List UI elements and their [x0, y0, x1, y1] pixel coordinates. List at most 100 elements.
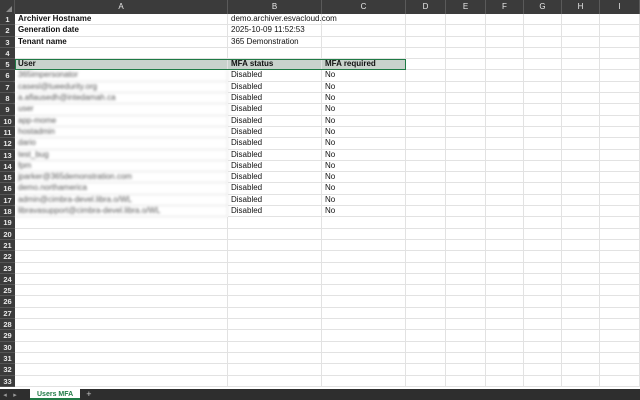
cell-g24[interactable] [524, 273, 562, 286]
cell-f32[interactable] [486, 364, 524, 376]
row-header[interactable]: 31 [0, 352, 15, 365]
cell-d25[interactable] [406, 285, 446, 297]
sheet-tab-users-mfa[interactable]: Users MFA [30, 389, 81, 400]
cell-b16[interactable]: Disabled [228, 183, 322, 195]
cell-h4[interactable] [562, 47, 600, 60]
cell-g4[interactable] [524, 47, 562, 60]
cell-c29[interactable] [322, 330, 406, 342]
row-header[interactable]: 19 [0, 217, 15, 229]
cell-a24[interactable] [15, 273, 228, 286]
cell-a20[interactable] [15, 228, 228, 240]
cell-c33[interactable] [322, 375, 406, 387]
cell-c18[interactable]: No [322, 206, 406, 218]
cell-f9[interactable] [486, 104, 524, 116]
cell-h12[interactable] [562, 138, 600, 150]
cell-e28[interactable] [446, 319, 486, 331]
cell-e25[interactable] [446, 285, 486, 297]
cell-a12[interactable]: dario [15, 138, 228, 150]
cell-f28[interactable] [486, 319, 524, 331]
cell-f12[interactable] [486, 138, 524, 150]
cell-c19[interactable] [322, 217, 406, 229]
cell-e12[interactable] [446, 138, 486, 150]
cell-c30[interactable] [322, 341, 406, 353]
cell-h26[interactable] [562, 296, 600, 308]
cell-c23[interactable] [322, 262, 406, 274]
cell-g2[interactable] [524, 25, 562, 37]
cell-e17[interactable] [446, 194, 486, 207]
cell-h25[interactable] [562, 285, 600, 297]
cell-b5[interactable]: MFA status [228, 59, 322, 71]
cell-f30[interactable] [486, 341, 524, 353]
cell-g26[interactable] [524, 296, 562, 308]
cell-d31[interactable] [406, 352, 446, 365]
cell-i20[interactable] [600, 228, 640, 240]
cell-d27[interactable] [406, 307, 446, 320]
cell-d16[interactable] [406, 183, 446, 195]
cell-f1[interactable] [486, 14, 524, 26]
cell-e2[interactable] [446, 25, 486, 37]
cell-h29[interactable] [562, 330, 600, 342]
cell-c2[interactable] [322, 25, 406, 37]
cell-g3[interactable] [524, 36, 562, 48]
column-header-g[interactable]: G [524, 0, 562, 14]
cell-b15[interactable]: Disabled [228, 172, 322, 184]
cell-g8[interactable] [524, 93, 562, 105]
cell-d15[interactable] [406, 172, 446, 184]
cell-c16[interactable]: No [322, 183, 406, 195]
cell-d22[interactable] [406, 251, 446, 263]
cell-b33[interactable] [228, 375, 322, 387]
cell-g25[interactable] [524, 285, 562, 297]
row-header[interactable]: 25 [0, 285, 15, 297]
cell-b10[interactable]: Disabled [228, 115, 322, 127]
row-header[interactable]: 7 [0, 81, 15, 94]
cell-i2[interactable] [600, 25, 640, 37]
cell-b22[interactable] [228, 251, 322, 263]
cell-b14[interactable]: Disabled [228, 160, 322, 173]
cell-a8[interactable]: a.aflausedh@intedamah.ca [15, 93, 228, 105]
select-all-corner[interactable] [0, 0, 15, 14]
cell-b11[interactable]: Disabled [228, 126, 322, 139]
cell-g17[interactable] [524, 194, 562, 207]
cell-g21[interactable] [524, 239, 562, 252]
cell-g11[interactable] [524, 126, 562, 139]
cell-b21[interactable] [228, 239, 322, 252]
cell-d11[interactable] [406, 126, 446, 139]
cell-i27[interactable] [600, 307, 640, 320]
cell-a25[interactable] [15, 285, 228, 297]
cell-e15[interactable] [446, 172, 486, 184]
cell-h27[interactable] [562, 307, 600, 320]
cell-d19[interactable] [406, 217, 446, 229]
cell-d12[interactable] [406, 138, 446, 150]
cell-h8[interactable] [562, 93, 600, 105]
cell-c3[interactable] [322, 36, 406, 48]
cell-e19[interactable] [446, 217, 486, 229]
column-header-b[interactable]: B [228, 0, 322, 14]
cell-f3[interactable] [486, 36, 524, 48]
cell-f19[interactable] [486, 217, 524, 229]
column-header-h[interactable]: H [562, 0, 600, 14]
cell-i19[interactable] [600, 217, 640, 229]
row-header[interactable]: 30 [0, 341, 15, 353]
cell-e5[interactable] [446, 59, 486, 71]
row-header[interactable]: 20 [0, 228, 15, 240]
add-sheet-button[interactable]: + [86, 389, 91, 400]
cell-i30[interactable] [600, 341, 640, 353]
cell-e27[interactable] [446, 307, 486, 320]
cell-h15[interactable] [562, 172, 600, 184]
column-header-e[interactable]: E [446, 0, 486, 14]
cell-a31[interactable] [15, 352, 228, 365]
cell-f4[interactable] [486, 47, 524, 60]
cell-a32[interactable] [15, 364, 228, 376]
cell-h21[interactable] [562, 239, 600, 252]
cell-b29[interactable] [228, 330, 322, 342]
cell-a29[interactable] [15, 330, 228, 342]
cell-f17[interactable] [486, 194, 524, 207]
cell-d10[interactable] [406, 115, 446, 127]
cell-f15[interactable] [486, 172, 524, 184]
cell-f23[interactable] [486, 262, 524, 274]
cell-b3[interactable]: 365 Demonstration [228, 36, 322, 48]
cell-f20[interactable] [486, 228, 524, 240]
row-header[interactable]: 9 [0, 104, 15, 116]
cell-b23[interactable] [228, 262, 322, 274]
cell-c5[interactable]: MFA required [322, 59, 406, 71]
